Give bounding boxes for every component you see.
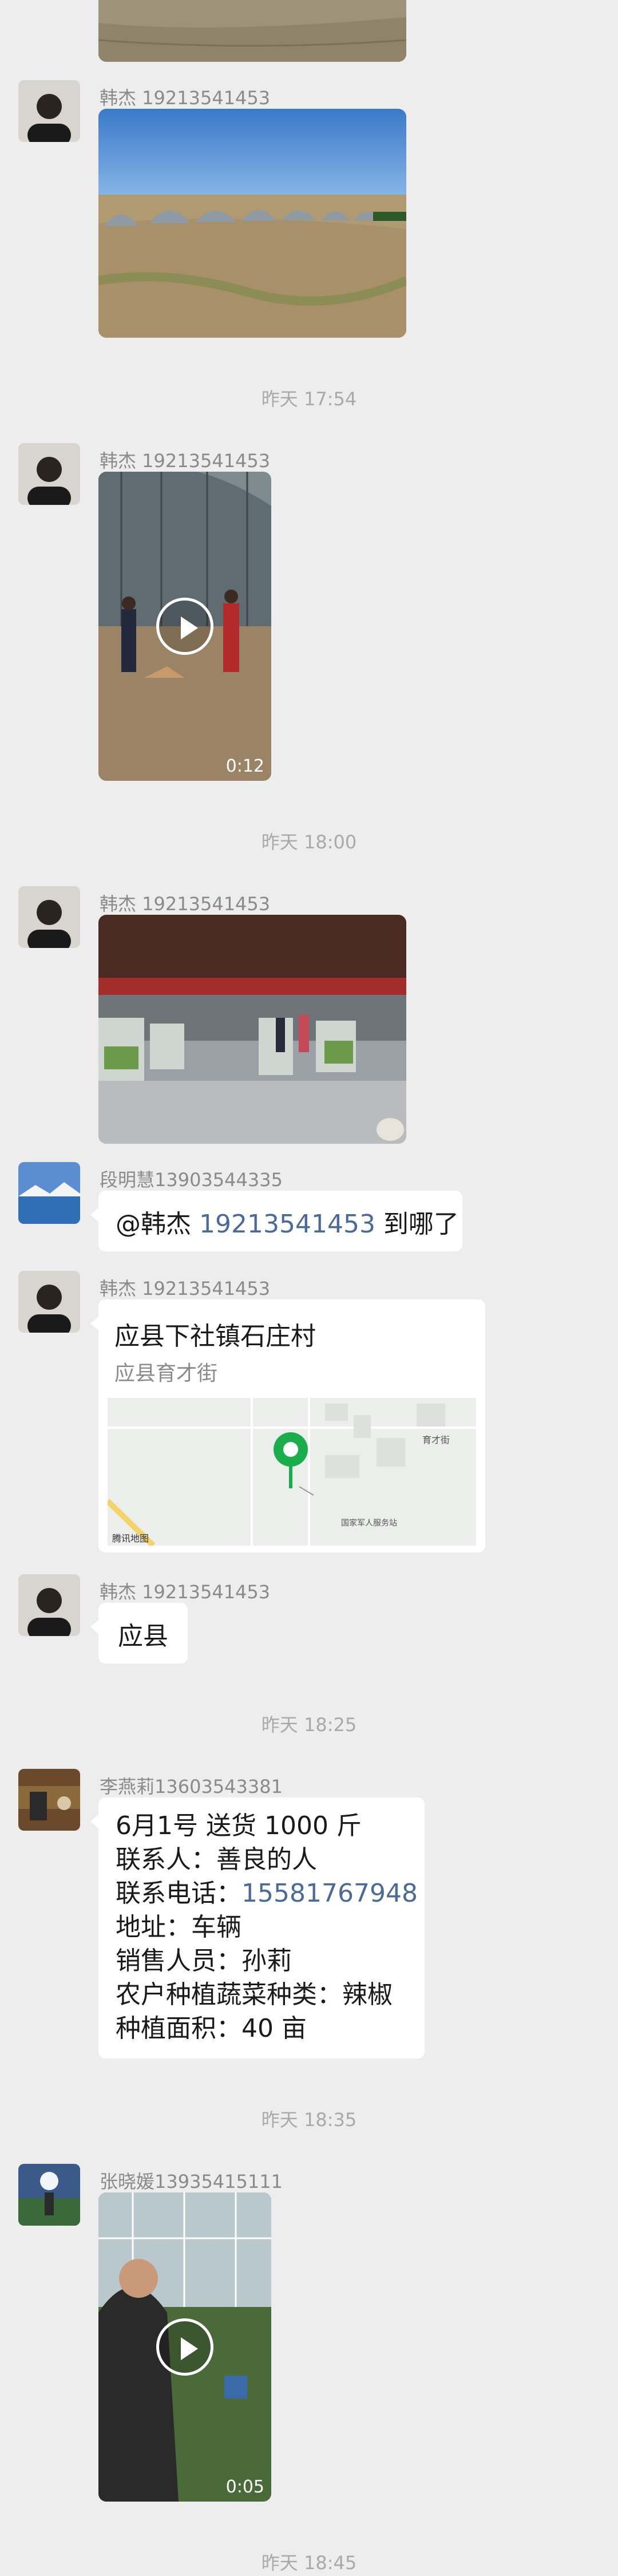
text-message[interactable]: 应县 [90,1603,188,1664]
sender-name: 韩杰 19213541453 [100,893,271,915]
timestamp: 昨天 18:45 [261,2552,357,2574]
avatar-image [18,1769,80,1831]
map-preview[interactable]: 育才街 国家军人服务站 腾讯地图 [108,1398,476,1546]
sender-name: 韩杰 19213541453 [100,450,271,472]
timestamp: 昨天 18:35 [261,2109,357,2131]
message-line: 联系电话：15581767948 [116,1876,418,1910]
avatar[interactable] [18,443,80,505]
map-image [108,1398,476,1546]
phone-link[interactable]: 19213541453 [199,1210,375,1239]
mention[interactable]: @韩杰 [116,1210,191,1239]
sender-name: 李燕莉13603543381 [100,1776,283,1797]
sender-name: 韩杰 19213541453 [100,1278,271,1299]
timestamp: 昨天 17:54 [261,388,357,410]
avatar-image [18,1574,80,1636]
message-line: 6月1号 送货 1000 斤 [116,1811,362,1840]
avatar[interactable] [18,1162,80,1224]
avatar[interactable] [18,1574,80,1636]
avatar[interactable] [18,2164,80,2226]
avatar-image [18,1162,80,1224]
phone-link[interactable]: 15581767948 [241,1879,418,1908]
avatar-image [18,1271,80,1333]
timestamp: 昨天 18:00 [261,831,357,853]
map-poi-label: 国家军人服务站 [341,1519,397,1528]
message-line: 地址：车辆 [116,1913,241,1942]
message-line: 联系人：善良的人 [116,1845,317,1874]
avatar[interactable] [18,80,80,142]
greenhouse-field-photo [98,109,406,338]
video-message[interactable]: 0:05 [98,2192,271,2502]
sender-name: 张晓媛13935415111 [100,2171,283,2192]
avatar-image [18,2164,80,2226]
sender-name: 韩杰 19213541453 [100,87,271,109]
avatar-image [18,443,80,505]
avatar[interactable] [18,886,80,948]
phone-label: 联系电话： [116,1879,241,1908]
message-text: 到哪了 [383,1210,459,1239]
play-icon[interactable] [156,2318,213,2376]
location-address: 应县育才街 [114,1362,218,1385]
sender-name: 段明慧13903544335 [100,1169,283,1191]
image-message[interactable] [98,915,406,1144]
sender-name: 韩杰 19213541453 [100,1581,271,1603]
image-message-partial[interactable] [98,0,406,62]
message-text: 应县 [118,1622,168,1651]
location-card[interactable]: 应县下社镇石庄村 应县育才街 育才街 国家军人服务站 腾讯地图 [90,1299,485,1552]
avatar[interactable] [18,1769,80,1831]
avatar-image [18,886,80,948]
play-icon[interactable] [156,598,213,655]
video-duration: 0:05 [225,2477,264,2497]
timestamp: 昨天 18:25 [261,1714,357,1736]
message-line: 种植面积：40 亩 [116,2014,307,2043]
video-message[interactable]: 0:12 [98,472,271,781]
video-duration: 0:12 [225,756,264,776]
text-message[interactable]: @韩杰 19213541453 到哪了 [90,1191,462,1251]
message-line: 农户种植蔬菜种类：辣椒 [116,1980,393,2009]
warehouse-photo [98,915,406,1144]
message-line: 销售人员：孙莉 [116,1946,292,1976]
avatar-image [18,80,80,142]
location-title: 应县下社镇石庄村 [114,1322,316,1351]
map-brand: 腾讯地图 [112,1533,149,1544]
map-road-label: 育才街 [422,1435,450,1445]
text-message[interactable]: 6月1号 送货 1000 斤 联系人：善良的人 联系电话：15581767948… [90,1797,425,2059]
avatar[interactable] [18,1271,80,1333]
image-message[interactable] [98,109,406,338]
